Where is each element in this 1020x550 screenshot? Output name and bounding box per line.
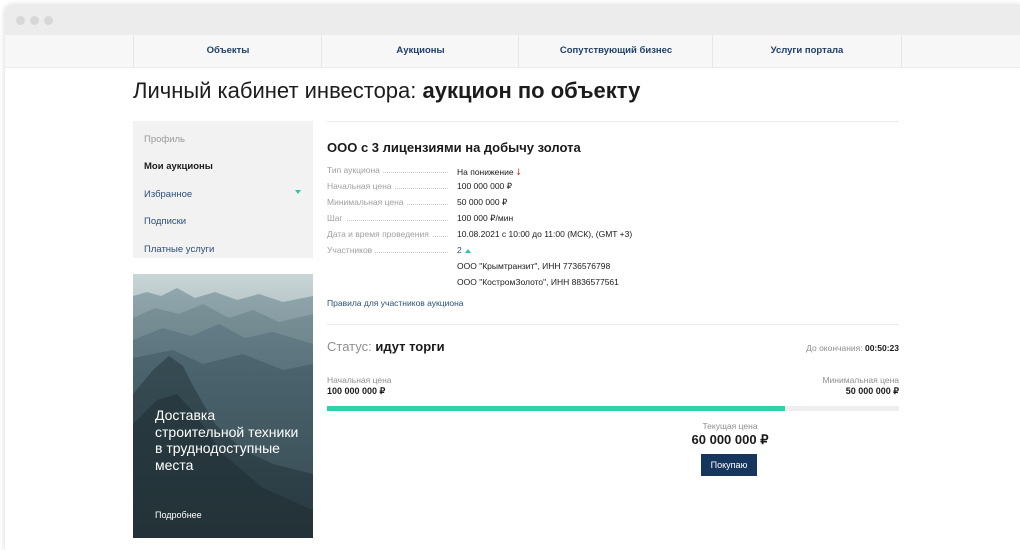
sidebar-item-my-auctions[interactable]: Мои аукционы bbox=[144, 161, 213, 172]
arrow-down-icon: 🠗 bbox=[516, 167, 521, 177]
price-progress-bar bbox=[327, 406, 899, 411]
chevron-up-icon bbox=[464, 248, 471, 253]
status-value: идут торги bbox=[375, 339, 445, 354]
top-navigation: Объекты Аукционы Сопутствующий бизнес Ус… bbox=[5, 35, 1020, 68]
browser-window: Объекты Аукционы Сопутствующий бизнес Ус… bbox=[5, 5, 1020, 550]
divider bbox=[327, 121, 899, 122]
sidebar-item-profile[interactable]: Профиль bbox=[144, 134, 185, 145]
start-price-label: Начальная цена bbox=[327, 375, 392, 385]
lot-title: ООО с 3 лицензиями на добычу золота bbox=[327, 140, 581, 155]
start-price-value: 100 000 000 ₽ bbox=[327, 386, 386, 396]
window-maximize-dot[interactable] bbox=[44, 16, 53, 25]
page-title-emphasis: аукцион по объекту bbox=[422, 78, 641, 103]
sidebar-item-paid-services[interactable]: Платные услуги bbox=[144, 244, 214, 255]
promo-more-link[interactable]: Подробнее bbox=[155, 510, 202, 520]
page-title: Личный кабинет инвестора: аукцион по объ… bbox=[133, 78, 640, 104]
promo-banner[interactable]: Доставка строительной техники в труднодо… bbox=[133, 274, 313, 538]
info-label-participants: Участников bbox=[327, 245, 452, 255]
participant-item: ООО "КостромЗолото", ИНН 8836577561 bbox=[457, 277, 619, 287]
divider bbox=[327, 324, 899, 325]
info-value-start-price: 100 000 000 ₽ bbox=[457, 181, 513, 191]
info-label-start-price: Начальная цена bbox=[327, 181, 452, 191]
window-close-dot[interactable] bbox=[16, 16, 25, 25]
participant-item: ООО "Крымтранзит", ИНН 7736576798 bbox=[457, 261, 611, 271]
min-price-label: Минимальная цена bbox=[822, 375, 899, 385]
auction-status: Статус: идут торги bbox=[327, 339, 445, 354]
sidebar-item-subscriptions[interactable]: Подписки bbox=[144, 216, 186, 227]
window-minimize-dot[interactable] bbox=[30, 16, 39, 25]
info-label-auction-type: Тип аукциона bbox=[327, 165, 452, 175]
participants-toggle[interactable]: 2 bbox=[457, 245, 471, 255]
info-value-min-price: 50 000 000 ₽ bbox=[457, 197, 508, 207]
promo-text: Доставка строительной техники в труднодо… bbox=[155, 407, 299, 473]
price-progress-fill bbox=[327, 406, 785, 411]
info-value-datetime: 10.08.2021 с 10:00 до 11:00 (МСК), (GMT … bbox=[457, 229, 633, 239]
window-titlebar bbox=[5, 5, 1020, 35]
info-value-auction-type: На понижение 🠗 bbox=[457, 167, 521, 177]
page-title-prefix: Личный кабинет инвестора: bbox=[133, 78, 423, 103]
nav-item-auctions[interactable]: Аукционы bbox=[321, 35, 519, 67]
countdown-timer: До окончания: 00:50:23 bbox=[806, 343, 899, 353]
countdown-value: 00:50:23 bbox=[864, 343, 899, 353]
info-value-step: 100 000 ₽/мин bbox=[457, 213, 514, 223]
info-label-datetime: Дата и время проведения bbox=[327, 229, 452, 239]
buy-button[interactable]: Покупаю bbox=[701, 454, 757, 476]
info-label-step: Шаг bbox=[327, 213, 452, 223]
min-price-value: 50 000 000 ₽ bbox=[845, 386, 899, 396]
current-price-label: Текущая цена bbox=[702, 421, 758, 431]
nav-item-objects[interactable]: Объекты bbox=[133, 35, 322, 67]
sidebar-item-favorites[interactable]: Избранное bbox=[144, 189, 192, 200]
mountain-landscape-image bbox=[133, 274, 313, 538]
info-label-min-price: Минимальная цена bbox=[327, 197, 452, 207]
nav-item-related-business[interactable]: Сопутствующий бизнес bbox=[518, 35, 713, 67]
nav-item-portal-services[interactable]: Услуги портала bbox=[712, 35, 902, 67]
auction-rules-link[interactable]: Правила для участников аукциона bbox=[327, 298, 464, 308]
current-price-value: 60 000 000 ₽ bbox=[691, 432, 769, 447]
sidebar-menu: Профиль Мои аукционы Избранное Подписки … bbox=[133, 121, 313, 258]
chevron-down-icon[interactable] bbox=[295, 190, 301, 194]
